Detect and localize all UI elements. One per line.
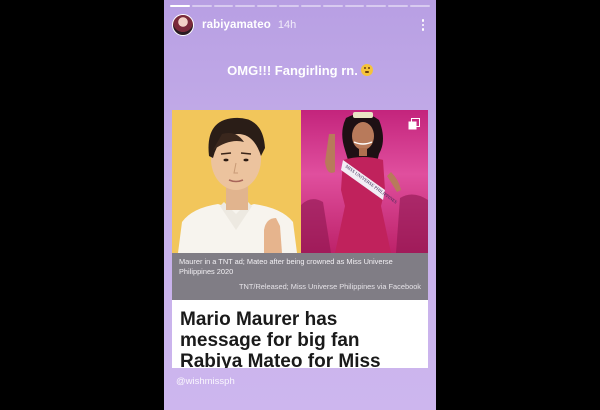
source-handle[interactable]: @wishmissph xyxy=(176,376,235,387)
progress-segment xyxy=(388,5,409,7)
photo-credit: TNT/Released; Miss Universe Philippines … xyxy=(239,282,421,291)
photo-mario-maurer xyxy=(172,110,301,253)
avatar[interactable] xyxy=(172,14,194,36)
username[interactable]: rabiyamateo xyxy=(202,19,271,31)
post-time: 14h xyxy=(277,19,297,31)
story-progress-bar xyxy=(170,5,430,7)
progress-segment xyxy=(235,5,256,7)
progress-segment xyxy=(213,5,234,7)
progress-segment xyxy=(170,5,190,7)
story-caption: OMG!!! Fangirling rn. xyxy=(164,63,436,78)
progress-segment xyxy=(344,5,365,7)
shared-post-card[interactable]: MISS UNIVERSE PHILIPPINES Maurer in a TN… xyxy=(172,110,428,368)
photo-caption: Maurer in a TNT ad; Mateo after being cr… xyxy=(179,257,393,276)
photo-caption-bar: Maurer in a TNT ad; Mateo after being cr… xyxy=(172,253,428,300)
story-header: rabiyamateo 14h xyxy=(172,13,428,37)
story-viewer[interactable]: rabiyamateo 14h OMG!!! Fangirling rn. MI… xyxy=(164,0,436,410)
embarrassed-emoji-icon xyxy=(360,64,373,76)
progress-segment xyxy=(257,5,278,7)
progress-segment xyxy=(191,5,212,7)
progress-segment xyxy=(300,5,321,7)
article-headline[interactable]: Mario Maurer has message for big fan Rab… xyxy=(180,309,422,368)
post-photos: MISS UNIVERSE PHILIPPINES xyxy=(172,110,428,253)
progress-segment xyxy=(410,5,430,7)
photo-rabiya-mateo: MISS UNIVERSE PHILIPPINES xyxy=(301,110,428,253)
multiple-images-icon xyxy=(408,118,420,130)
progress-segment xyxy=(322,5,343,7)
more-vertical-icon[interactable] xyxy=(418,15,428,35)
progress-segment xyxy=(279,5,299,7)
caption-text: OMG!!! Fangirling rn. xyxy=(227,63,358,78)
progress-segment xyxy=(366,5,387,7)
